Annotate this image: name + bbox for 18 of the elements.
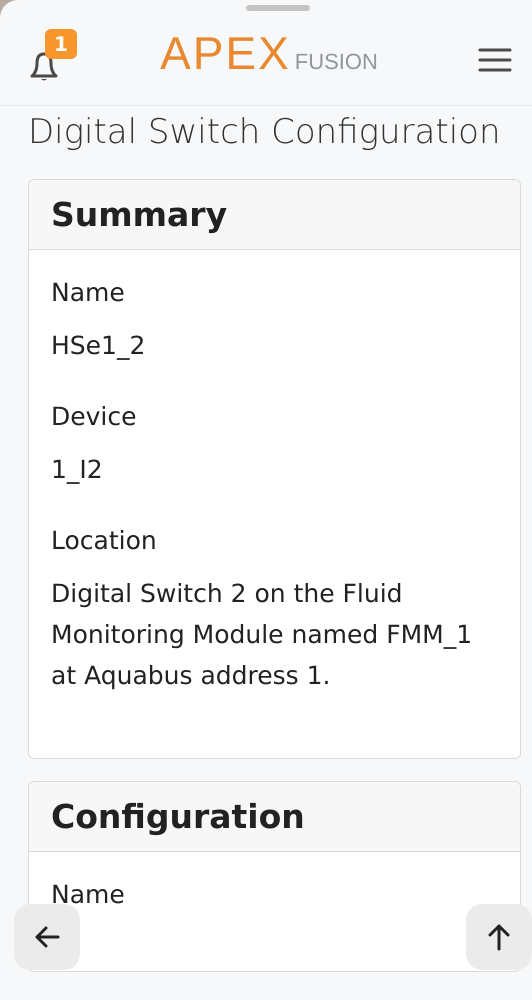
field-label: Name [51, 880, 126, 909]
card-title: Summary [51, 195, 228, 234]
field-value: HSe1_2 [51, 330, 146, 362]
card-title: Configuration [51, 797, 305, 836]
field-value: Digital Switch 2 on the Fluid Monitoring Module named FMM_1 at Aquabus address 1. [51, 578, 474, 692]
logo-subtext: FUSION [294, 48, 378, 74]
scroll-top-button[interactable] [466, 904, 532, 970]
back-button[interactable] [14, 904, 80, 970]
drag-handle[interactable] [246, 5, 310, 11]
page-title: Digital Switch Configuration [28, 112, 502, 152]
field-value: 1_I2 [51, 454, 104, 486]
field-label: Location [51, 526, 158, 555]
logo-text: APEX [160, 26, 291, 80]
field-label: Device [51, 402, 138, 431]
menu-icon [478, 46, 512, 72]
notifications-button[interactable]: 1 [24, 28, 80, 84]
notification-badge: 1 [45, 28, 77, 58]
field-label: Name [51, 278, 126, 307]
